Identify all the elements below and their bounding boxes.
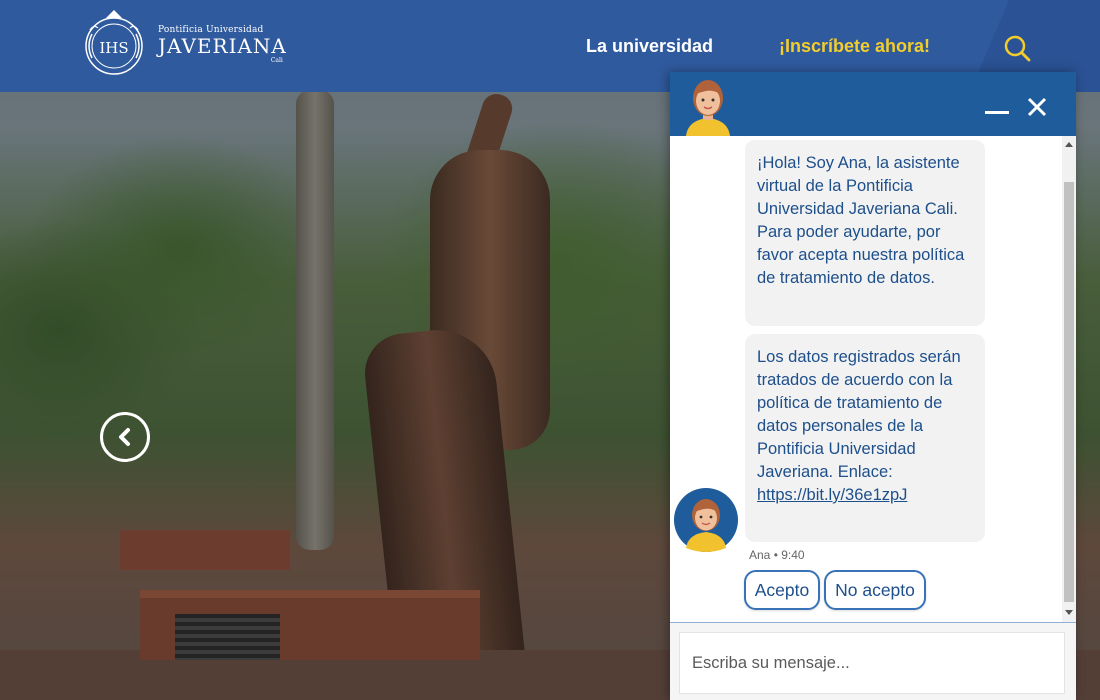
logo-line-2: JAVERIANA [158, 33, 287, 58]
message-input[interactable] [679, 632, 1065, 694]
nav-inscribete[interactable]: ¡Inscríbete ahora! [779, 36, 930, 57]
decline-button[interactable]: No acepto [824, 570, 926, 610]
message-sender: Ana [749, 548, 771, 562]
university-logo[interactable]: IHS Pontificia Universidad JAVERIANA Cal… [78, 8, 287, 80]
meta-separator: • [773, 548, 778, 562]
chat-message: Los datos registrados serán tratados de … [745, 334, 985, 542]
logo-text: Pontificia Universidad JAVERIANA Cali [158, 25, 287, 64]
privacy-policy-link[interactable]: https://bit.ly/36e1zpJ [757, 486, 907, 504]
logo-line-1: Pontificia Universidad [158, 24, 264, 35]
carousel-prev-button[interactable] [100, 412, 150, 462]
message-time: 9:40 [781, 548, 805, 562]
chevron-left-icon [119, 428, 130, 446]
scroll-up-icon[interactable] [1065, 142, 1073, 147]
assistant-avatar-icon [674, 488, 738, 552]
minimize-icon[interactable] [985, 106, 1011, 114]
seal-icon: IHS [85, 10, 143, 75]
chat-messages: ¡Hola! Soy Ana, la asistente virtual de … [670, 136, 1076, 622]
chat-input-area [670, 622, 1076, 700]
message-text: Los datos registrados serán tratados de … [757, 348, 961, 481]
scroll-thumb[interactable] [1064, 182, 1074, 602]
chat-message: ¡Hola! Soy Ana, la asistente virtual de … [745, 140, 985, 326]
chat-widget: ¡Hola! Soy Ana, la asistente virtual de … [670, 72, 1076, 700]
seal-text: IHS [99, 39, 128, 57]
logo-line-3: Cali [270, 56, 283, 64]
accept-button[interactable]: Acepto [744, 570, 820, 610]
chat-scrollbar[interactable] [1062, 136, 1076, 622]
message-meta: Ana • 9:40 [749, 548, 805, 562]
assistant-avatar-icon [686, 80, 730, 136]
scroll-down-icon[interactable] [1065, 610, 1073, 615]
search-icon[interactable] [1003, 34, 1031, 62]
chat-header [670, 72, 1076, 136]
message-text: ¡Hola! Soy Ana, la asistente virtual de … [757, 154, 965, 287]
close-icon[interactable] [1026, 96, 1048, 118]
nav-la-universidad[interactable]: La universidad [586, 36, 713, 57]
